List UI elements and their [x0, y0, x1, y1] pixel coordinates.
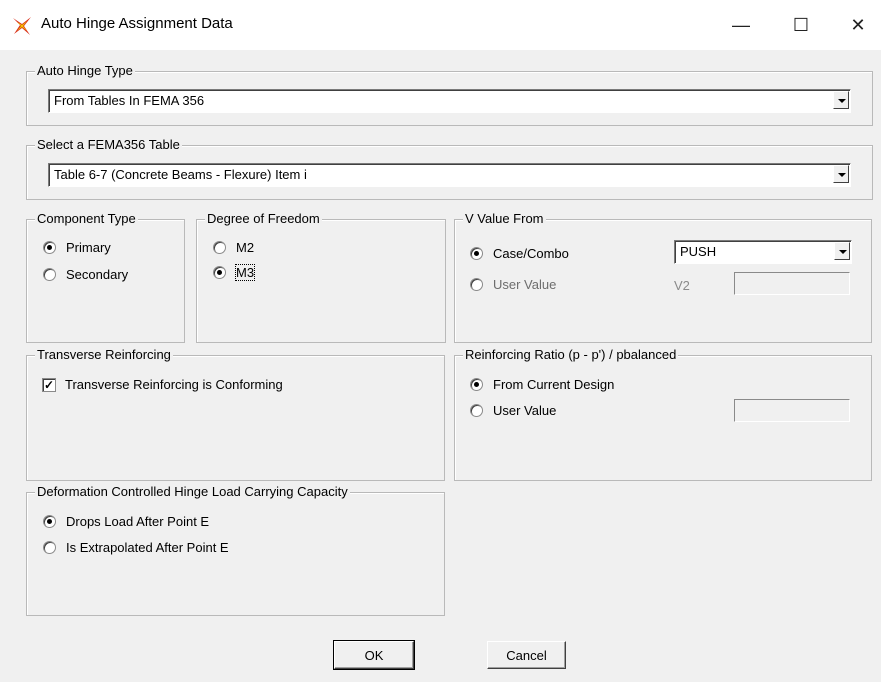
close-button[interactable]: ✕	[835, 8, 881, 42]
radio-secondary[interactable]: Secondary	[43, 267, 128, 282]
radio-drops-load[interactable]: Drops Load After Point E	[43, 514, 209, 529]
group-label: Deformation Controlled Hinge Load Carryi…	[35, 484, 350, 499]
radio-label: Is Extrapolated After Point E	[66, 540, 229, 555]
radio-m3[interactable]: M3	[213, 264, 256, 281]
radio-icon	[43, 268, 56, 281]
case-combo-select[interactable]: PUSH	[674, 240, 852, 264]
group-label: Transverse Reinforcing	[35, 347, 173, 362]
group-label: Auto Hinge Type	[35, 63, 135, 78]
chevron-down-icon[interactable]	[833, 165, 849, 183]
app-logo-icon	[13, 17, 31, 35]
radio-icon	[470, 278, 483, 291]
radio-icon	[470, 247, 483, 260]
radio-m2[interactable]: M2	[213, 240, 254, 255]
v-value-from-group: V Value From Case/Combo PUSH User Value …	[454, 211, 872, 343]
group-label: Degree of Freedom	[205, 211, 322, 226]
radio-icon	[470, 404, 483, 417]
fema-table-select[interactable]: Table 6-7 (Concrete Beams - Flexure) Ite…	[48, 163, 851, 187]
v2-label: V2	[674, 278, 690, 293]
reinforcing-ratio-group: Reinforcing Ratio (p - p') / pbalanced F…	[454, 347, 872, 481]
chevron-down-icon[interactable]	[834, 242, 850, 260]
window-title: Auto Hinge Assignment Data	[41, 15, 233, 32]
transverse-reinforcing-group: Transverse Reinforcing ✓ Transverse Rein…	[26, 347, 445, 481]
dialog-window: Auto Hinge Assignment Data — ☐ ✕ Auto Hi…	[0, 0, 881, 682]
radio-case-combo[interactable]: Case/Combo	[470, 246, 569, 261]
radio-icon	[213, 266, 226, 279]
radio-label: User Value	[493, 403, 557, 418]
maximize-button[interactable]: ☐	[778, 8, 824, 42]
component-type-group: Component Type Primary Secondary	[26, 211, 185, 343]
v2-input[interactable]	[734, 272, 850, 295]
checkbox-label: Transverse Reinforcing is Conforming	[65, 377, 283, 392]
title-bar[interactable]: Auto Hinge Assignment Data — ☐ ✕	[0, 0, 881, 50]
transverse-conforming-checkbox[interactable]: ✓ Transverse Reinforcing is Conforming	[42, 377, 283, 392]
radio-label: M2	[236, 240, 255, 255]
radio-from-current-design[interactable]: From Current Design	[470, 377, 614, 392]
radio-icon	[470, 378, 483, 391]
fema-table-group: Select a FEMA356 Table Table 6-7 (Concre…	[26, 137, 873, 200]
radio-ratio-user-value[interactable]: User Value	[470, 403, 556, 418]
radio-primary[interactable]: Primary	[43, 240, 111, 255]
ok-button[interactable]: OK	[333, 640, 415, 670]
group-label: Reinforcing Ratio (p - p') / pbalanced	[463, 347, 679, 362]
selected-value: Table 6-7 (Concrete Beams - Flexure) Ite…	[54, 167, 307, 182]
radio-label: Secondary	[66, 267, 129, 282]
radio-v-user-value[interactable]: User Value	[470, 277, 556, 292]
radio-label: M3	[234, 264, 256, 281]
radio-is-extrapolated[interactable]: Is Extrapolated After Point E	[43, 540, 229, 555]
checkmark-icon: ✓	[42, 377, 56, 392]
group-label: Select a FEMA356 Table	[35, 137, 182, 152]
selected-value: PUSH	[680, 244, 717, 259]
radio-icon	[43, 241, 56, 254]
minimize-button[interactable]: —	[718, 8, 764, 42]
selected-value: From Tables In FEMA 356	[54, 93, 205, 108]
radio-label: Case/Combo	[493, 246, 569, 261]
deformation-capacity-group: Deformation Controlled Hinge Load Carryi…	[26, 484, 445, 616]
degree-of-freedom-group: Degree of Freedom M2 M3	[196, 211, 446, 343]
radio-label: Primary	[66, 240, 111, 255]
radio-icon	[43, 541, 56, 554]
chevron-down-icon[interactable]	[833, 91, 849, 109]
radio-label: User Value	[493, 277, 557, 292]
radio-icon	[213, 241, 226, 254]
radio-label: From Current Design	[493, 377, 615, 392]
cancel-button[interactable]: Cancel	[487, 641, 566, 669]
group-label: V Value From	[463, 211, 546, 226]
auto-hinge-type-group: Auto Hinge Type From Tables In FEMA 356	[26, 63, 873, 126]
auto-hinge-type-select[interactable]: From Tables In FEMA 356	[48, 89, 851, 113]
radio-icon	[43, 515, 56, 528]
ratio-user-value-input[interactable]	[734, 399, 850, 422]
radio-label: Drops Load After Point E	[66, 514, 210, 529]
group-label: Component Type	[35, 211, 138, 226]
